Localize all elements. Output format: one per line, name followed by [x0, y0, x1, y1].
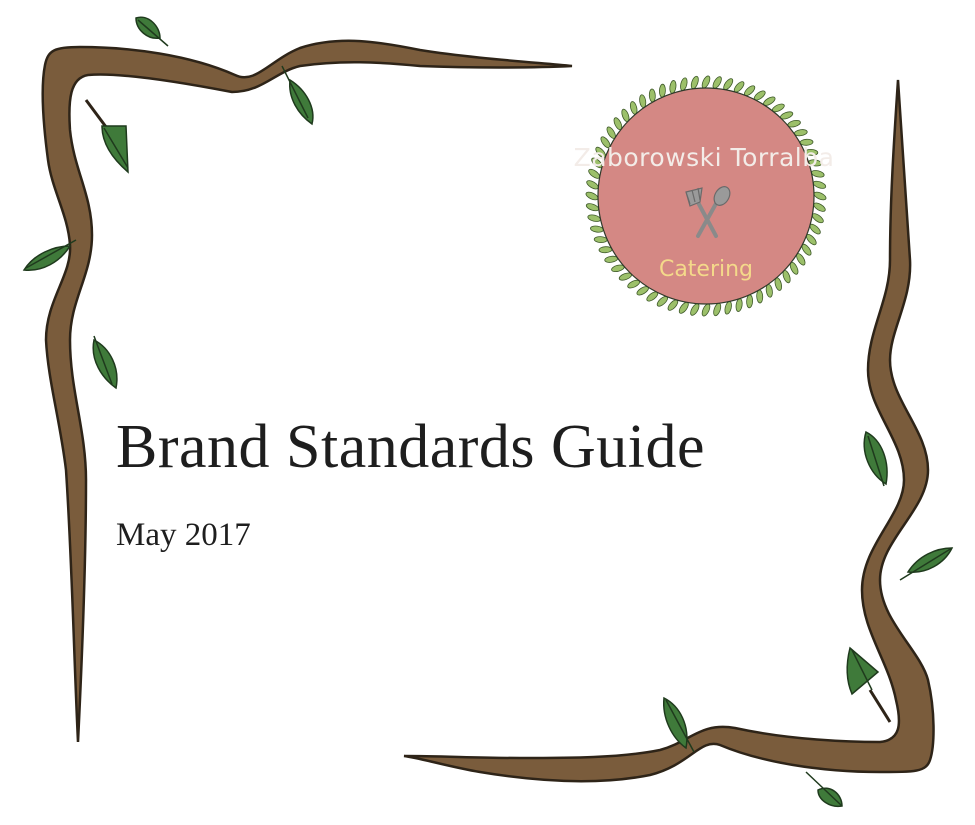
wreath-leaf-icon [593, 236, 608, 244]
branch-twig [868, 689, 892, 723]
wreath-leaf-icon [669, 80, 677, 94]
wreath-leaf-icon [746, 294, 754, 309]
leaf-icon [846, 646, 880, 696]
document-title: Brand Standards Guide [116, 413, 706, 481]
document-date: May 2017 [116, 517, 251, 553]
wreath-leaf-icon [598, 246, 613, 254]
leaf-icon [101, 125, 129, 174]
wreath-leaf-icon [712, 76, 722, 89]
leaf-icon [281, 65, 314, 126]
leaf-icon [899, 547, 954, 581]
wreath-leaf-icon [735, 298, 743, 312]
leaf-icon [805, 771, 843, 808]
wreath-leaf-icon [690, 75, 699, 90]
wreath-leaf-icon [701, 75, 711, 89]
wreath-leaf-icon [590, 225, 604, 233]
wreath-leaf-icon [585, 203, 600, 212]
brand-logo: Zaborowski Torralba Catering [574, 75, 835, 317]
wreath-leaf-icon [812, 180, 827, 189]
leaf-icon [863, 430, 888, 487]
wreath-leaf-icon [585, 191, 599, 201]
wreath-leaf-icon [701, 303, 711, 317]
leaf-icon [92, 335, 118, 390]
wreath-leaf-icon [813, 202, 826, 212]
wreath-leaf-icon [658, 83, 666, 98]
logo-name: Zaborowski Torralba [574, 143, 835, 172]
wreath-leaf-icon [756, 289, 764, 304]
logo-tagline: Catering [659, 257, 753, 282]
wreath-leaf-icon [690, 303, 700, 316]
leaf-icon [135, 16, 169, 47]
wreath-leaf-icon [586, 180, 599, 190]
wreath-leaf-icon [813, 191, 827, 201]
wreath-leaf-icon [648, 88, 656, 103]
wreath-leaf-icon [713, 302, 722, 317]
